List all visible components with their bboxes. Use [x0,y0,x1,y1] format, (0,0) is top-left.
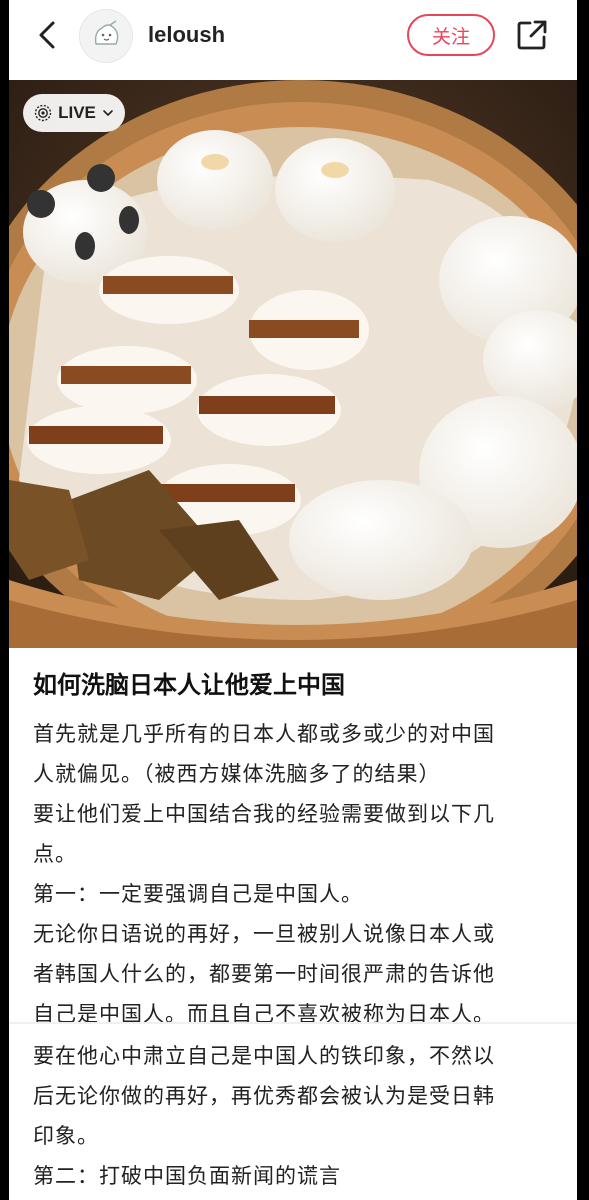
post-line: 第一：一定要强调自己是中国人。 [33,882,363,906]
avatar[interactable] [79,9,133,63]
food-photo-image [9,80,577,648]
avatar-doodle-icon [94,20,119,45]
post-body-continued: 要在他心中肃立自己是中国人的铁印象，不然以 后无论你做的再好，再优秀都会被认为是… [33,1036,561,1196]
screenshot-seam-divider [9,1022,577,1024]
post-line: 要让他们爱上中国结合我的经验需要做到以下几 [33,802,495,826]
live-circle-icon [34,104,52,122]
post-page: leloush 关注 LIVE 如何洗脑日本人让他爱上中国 首先就是几乎所有的日… [9,0,577,1200]
post-photo[interactable]: LIVE [9,80,577,648]
post-line: 第二：打破中国负面新闻的谎言 [33,1164,341,1188]
chevron-down-icon [103,110,113,116]
top-bar: leloush 关注 [9,0,577,80]
post-line: 点。 [33,842,77,866]
live-label: LIVE [58,103,96,122]
post-title: 如何洗脑日本人让他爱上中国 [33,671,345,699]
post-line: 者韩国人什么的，都要第一时间很严肃的告诉他 [33,962,495,986]
post-line: 印象。 [33,1124,99,1148]
back-arrow-icon[interactable] [33,20,63,50]
post-line: 自己是中国人。而且自己不喜欢被称为日本人。 [33,1002,495,1026]
post-line: 后无论你做的再好，再优秀都会被认为是受日韩 [33,1084,495,1108]
post-body: 如何洗脑日本人让他爱上中国 首先就是几乎所有的日本人都或多或少的对中国 人就偏见… [33,668,561,1034]
follow-button[interactable]: 关注 [407,14,495,56]
live-photo-badge[interactable]: LIVE [23,94,125,132]
post-line: 无论你日语说的再好，一旦被别人说像日本人或 [33,922,495,946]
username[interactable]: leloush [148,22,225,48]
share-icon[interactable] [514,17,550,53]
post-line: 首先就是几乎所有的日本人都或多或少的对中国 [33,722,495,746]
post-line: 人就偏见。（被西方媒体洗脑多了的结果） [33,762,441,786]
post-line: 要在他心中肃立自己是中国人的铁印象，不然以 [33,1044,495,1068]
